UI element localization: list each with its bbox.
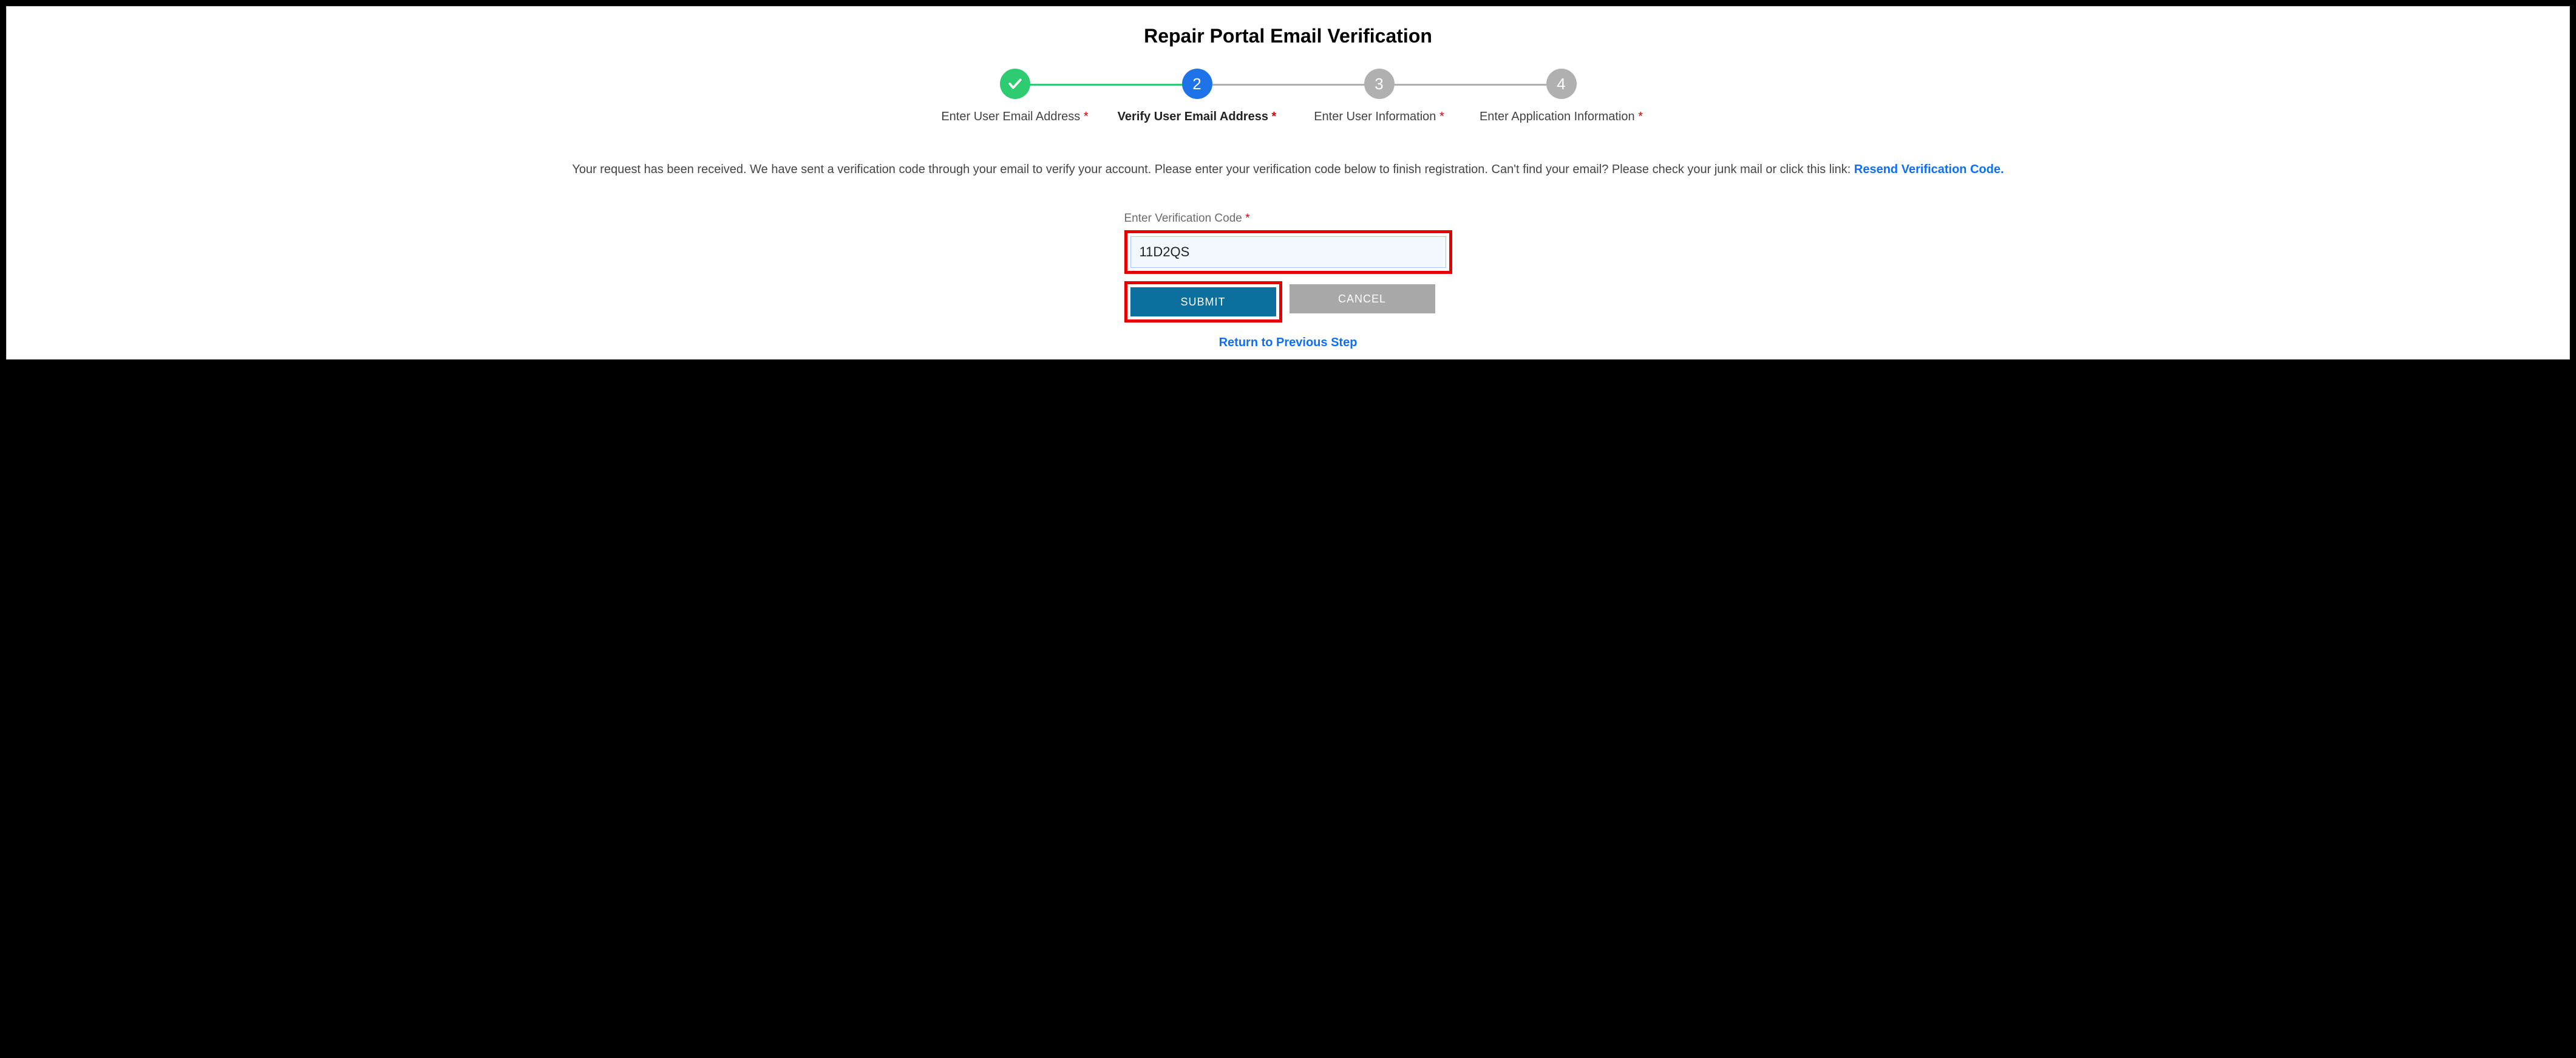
step-label: Enter User Email Address * [941,110,1088,124]
submit-highlight: SUBMIT [1124,281,1282,323]
required-asterisk: * [1084,110,1089,123]
step-label: Enter Application Information * [1480,110,1643,124]
resend-verification-link[interactable]: Resend Verification Code. [1854,163,2004,176]
step-1: Enter User Email Address * [924,69,1106,124]
instructions-text: Your request has been received. We have … [22,160,2554,179]
submit-button[interactable]: SUBMIT [1130,287,1276,316]
step-label: Enter User Information * [1314,110,1444,124]
code-field-label: Enter Verification Code * [1124,212,1452,225]
step-2: 2 Verify User Email Address * [1106,69,1288,124]
return-link-row: Return to Previous Step [1124,336,1452,350]
verification-form: Enter Verification Code * SUBMIT CANCEL … [1124,212,1452,350]
step-label-text: Enter User Information [1314,110,1436,123]
code-label-text: Enter Verification Code [1124,212,1242,225]
checkmark-icon [1000,69,1030,99]
step-3: 3 Enter User Information * [1288,69,1470,124]
button-row: SUBMIT CANCEL [1124,281,1452,323]
code-input-highlight [1124,230,1452,274]
return-previous-step-link[interactable]: Return to Previous Step [1219,336,1358,349]
required-asterisk: * [1272,110,1277,123]
cancel-button[interactable]: CANCEL [1290,284,1435,313]
step-label-text: Enter User Email Address [941,110,1080,123]
step-label: Verify User Email Address * [1118,110,1277,124]
step-number-icon: 2 [1182,69,1212,99]
step-label-text: Verify User Email Address [1118,110,1268,123]
instructions-body: Your request has been received. We have … [572,163,1854,176]
page-title: Repair Portal Email Verification [16,25,2560,47]
required-asterisk: * [1245,212,1249,225]
step-number-icon: 3 [1364,69,1395,99]
progress-stepper: Enter User Email Address * 2 Verify User… [863,69,1713,124]
step-4: 4 Enter Application Information * [1470,69,1653,124]
step-number-icon: 4 [1546,69,1577,99]
required-asterisk: * [1638,110,1643,123]
verification-code-input[interactable] [1130,236,1446,268]
verification-panel: Repair Portal Email Verification Enter U… [6,6,2570,360]
required-asterisk: * [1439,110,1444,123]
step-label-text: Enter Application Information [1480,110,1635,123]
